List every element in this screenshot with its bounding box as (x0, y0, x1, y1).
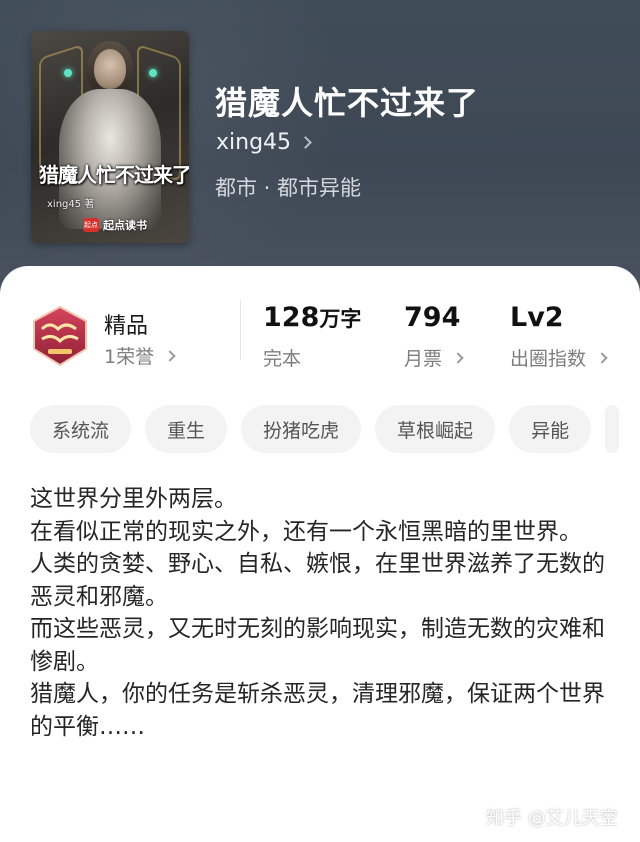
badge-label: 精品 (104, 314, 149, 339)
cover-publisher-badge: 起点 (83, 218, 99, 232)
monthly-ticket-link[interactable]: 月票 (404, 344, 464, 371)
stats-divider (240, 300, 241, 360)
cover-art-head (94, 49, 126, 89)
monthly-ticket-label: 月票 (404, 348, 443, 370)
tag-list: 系统流 重生 扮猪吃虎 草根崛起 异能 (30, 405, 620, 453)
book-description[interactable]: 这世界分里外两层。 在看似正常的现实之外，还有一个永恒黑暗的里世界。 人类的贪婪… (30, 483, 610, 743)
book-genre[interactable]: 都市 · 都市异能 (215, 172, 361, 202)
monthly-ticket-value: 794 (404, 302, 461, 333)
book-cover[interactable]: 猎魔人忙不过来了 xing45 著 起点 起点读书 (31, 31, 189, 243)
word-count-value: 128 (263, 302, 320, 333)
chevron-right-icon (164, 349, 176, 362)
popularity-value: Lv2 (510, 302, 564, 333)
completion-status: 完本 (263, 344, 301, 371)
tag-chip[interactable]: 草根崛起 (375, 405, 496, 453)
description-paragraph: 猎魔人，你的任务是斩杀恶灵，清理邪魔，保证两个世界的平衡…… (30, 681, 605, 740)
chevron-right-icon (299, 136, 312, 149)
tag-chip[interactable]: 扮猪吃虎 (241, 405, 362, 453)
cover-title-text: 猎魔人忙不过来了 (39, 163, 189, 187)
book-header: 猎魔人忙不过来了 xing45 著 起点 起点读书 猎魔人忙不过来了 xing4… (0, 0, 640, 300)
honor-link[interactable]: 1荣誉 (104, 342, 176, 369)
popularity-link[interactable]: 出圈指数 (510, 344, 608, 371)
book-title: 猎魔人忙不过来了 (215, 84, 480, 122)
cover-art-glow (64, 69, 72, 77)
author-name: xing45 (216, 130, 292, 155)
word-count: 128万字 (263, 302, 361, 333)
word-count-unit: 万字 (319, 307, 362, 331)
completion-status-text: 完本 (263, 348, 302, 370)
watermark-text: 知乎 @艾儿天空 (486, 808, 618, 829)
tag-chip[interactable]: 异能 (509, 405, 592, 453)
cover-author-text: xing45 著 (47, 199, 95, 210)
description-paragraph: 这世界分里外两层。 (30, 486, 237, 512)
author-link[interactable]: xing45 (216, 130, 312, 155)
description-paragraph: 而这些恶灵，又无时无刻的影响现实，制造无数的灾难和惨剧。 (30, 616, 605, 675)
tag-chip[interactable]: 系统流 (30, 405, 132, 453)
chevron-right-icon (452, 351, 464, 364)
popularity-label: 出圈指数 (510, 348, 587, 370)
description-paragraph: 在看似正常的现实之外，还有一个永恒黑暗的里世界。 (30, 518, 582, 545)
quality-badge-icon[interactable] (30, 305, 90, 367)
honor-count: 1荣誉 (104, 346, 155, 368)
chevron-right-icon (596, 351, 608, 364)
cover-publisher-text: 起点读书 (103, 219, 147, 232)
cover-art-glow (149, 69, 157, 77)
tag-chip-overflow[interactable] (605, 405, 620, 453)
description-paragraph: 人类的贪婪、野心、自私、嫉恨，在里世界滋养了无数的恶灵和邪魔。 (30, 551, 605, 610)
tag-chip[interactable]: 重生 (145, 405, 228, 453)
